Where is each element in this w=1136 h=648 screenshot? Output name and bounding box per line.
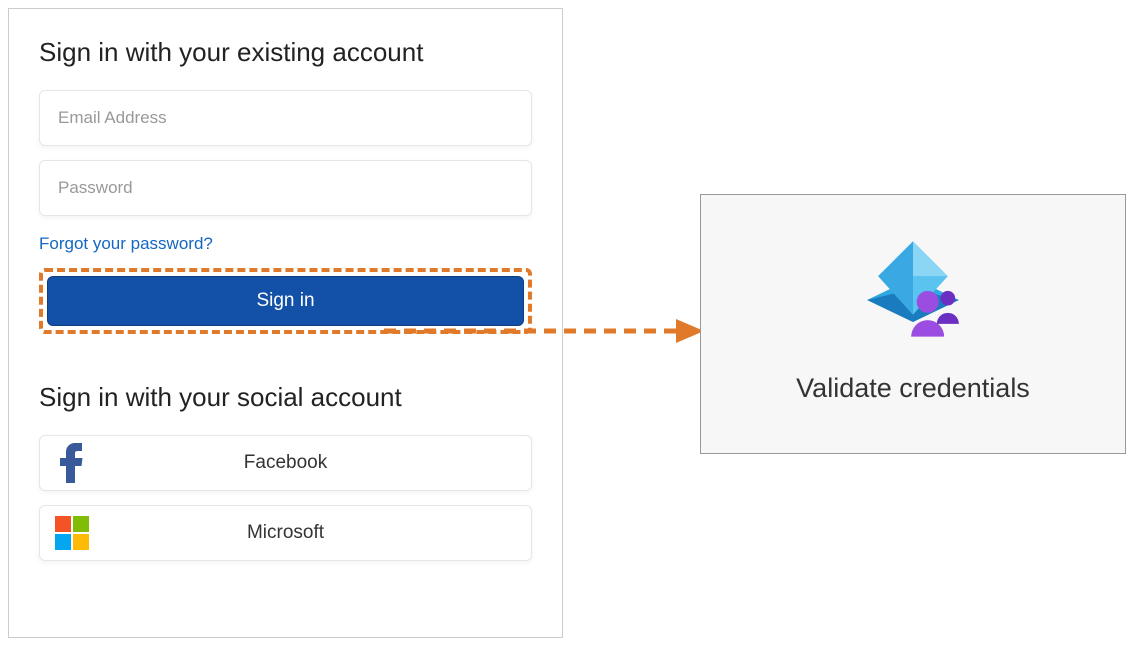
forgot-password-link[interactable]: Forgot your password?	[39, 234, 213, 254]
facebook-label: Facebook	[104, 452, 531, 474]
validate-credentials-label: Validate credentials	[796, 373, 1030, 404]
social-heading: Sign in with your social account	[39, 382, 532, 413]
validate-credentials-panel: Validate credentials	[700, 194, 1126, 454]
arrow-icon	[384, 316, 704, 346]
microsoft-icon	[40, 516, 104, 550]
microsoft-label: Microsoft	[104, 522, 531, 544]
validate-credentials-icon	[858, 244, 968, 349]
password-field[interactable]	[39, 160, 532, 216]
signin-heading: Sign in with your existing account	[39, 37, 532, 68]
facebook-icon	[40, 443, 104, 483]
microsoft-signin-button[interactable]: Microsoft	[39, 505, 532, 561]
facebook-signin-button[interactable]: Facebook	[39, 435, 532, 491]
email-field[interactable]	[39, 90, 532, 146]
social-section: Sign in with your social account Faceboo…	[39, 382, 532, 561]
